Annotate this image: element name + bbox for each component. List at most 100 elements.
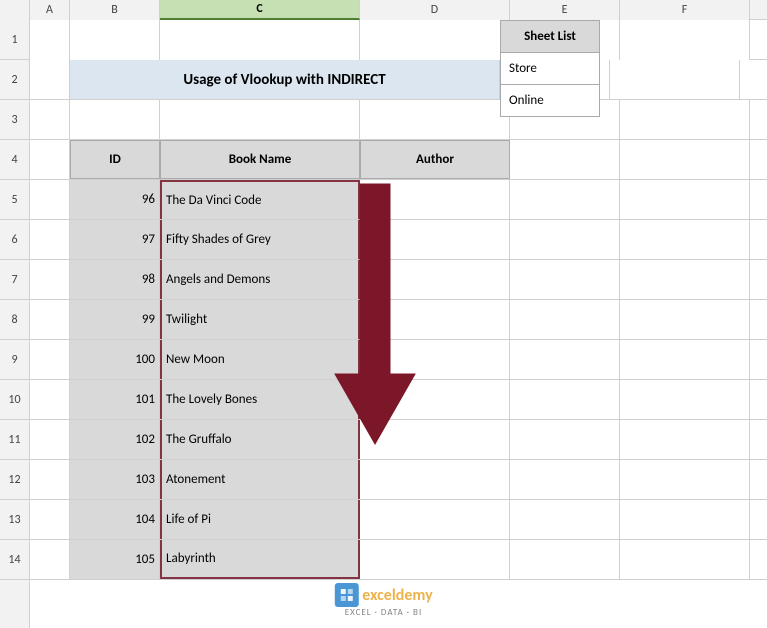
cell-A3[interactable] [30, 100, 70, 139]
cell-D1[interactable] [360, 20, 510, 60]
row-num-2[interactable]: 2 [0, 60, 29, 100]
cell-F14[interactable] [620, 540, 750, 579]
header-author[interactable]: Author [360, 140, 510, 179]
cell-book-5[interactable]: The Da Vinci Code [160, 180, 360, 219]
row-num-5[interactable]: 5 [0, 180, 29, 220]
cell-A5[interactable] [30, 180, 70, 219]
cell-F5[interactable] [620, 180, 750, 219]
cell-A11[interactable] [30, 420, 70, 459]
row-num-14[interactable]: 14 [0, 540, 29, 580]
cell-A6[interactable] [30, 220, 70, 259]
cell-F9[interactable] [620, 340, 750, 379]
cell-E8[interactable] [510, 300, 620, 339]
cell-E10[interactable] [510, 380, 620, 419]
cell-book-6[interactable]: Fifty Shades of Grey [160, 220, 360, 259]
cell-book-10[interactable]: The Lovely Bones [160, 380, 360, 419]
row-num-10[interactable]: 10 [0, 380, 29, 420]
cell-A7[interactable] [30, 260, 70, 299]
sheet-list-store[interactable]: Store [500, 53, 600, 85]
cell-C3[interactable] [160, 100, 360, 139]
cell-author-13[interactable] [360, 500, 510, 539]
cell-A9[interactable] [30, 340, 70, 379]
cell-A13[interactable] [30, 500, 70, 539]
cell-book-11[interactable]: The Gruffalo [160, 420, 360, 459]
cell-F7[interactable] [620, 260, 750, 299]
cell-E5[interactable] [510, 180, 620, 219]
row-num-12[interactable]: 12 [0, 460, 29, 500]
cell-A1[interactable] [30, 20, 70, 60]
sheet-list-online[interactable]: Online [500, 85, 600, 117]
cell-id-7[interactable]: 98 [70, 260, 160, 299]
cell-B1[interactable] [70, 20, 160, 60]
cell-E6[interactable] [510, 220, 620, 259]
cell-id-11[interactable]: 102 [70, 420, 160, 459]
cell-author-14[interactable] [360, 540, 510, 579]
cell-E4[interactable] [510, 140, 620, 179]
row-num-6[interactable]: 6 [0, 220, 29, 260]
cell-F11[interactable] [620, 420, 750, 459]
cell-A8[interactable] [30, 300, 70, 339]
cell-E12[interactable] [510, 460, 620, 499]
cell-C1[interactable] [160, 20, 360, 60]
cell-author-7[interactable] [360, 260, 510, 299]
header-id[interactable]: ID [70, 140, 160, 179]
cell-id-6[interactable]: 97 [70, 220, 160, 259]
row-num-11[interactable]: 11 [0, 420, 29, 460]
cell-author-10[interactable] [360, 380, 510, 419]
cell-E11[interactable] [510, 420, 620, 459]
col-header-D[interactable]: D [360, 0, 510, 20]
row-num-3[interactable]: 3 [0, 100, 29, 140]
col-header-E[interactable]: E [510, 0, 620, 20]
cell-book-7[interactable]: Angels and Demons [160, 260, 360, 299]
row-num-8[interactable]: 8 [0, 300, 29, 340]
cell-title[interactable]: Usage of Vlookup with INDIRECT [70, 60, 500, 99]
cell-book-12[interactable]: Atonement [160, 460, 360, 499]
cell-A12[interactable] [30, 460, 70, 499]
cell-A2[interactable] [30, 60, 70, 99]
row-num-1[interactable]: 1 [0, 20, 29, 60]
col-header-B[interactable]: B [70, 0, 160, 20]
cell-F2[interactable] [610, 60, 740, 99]
cell-F3[interactable] [620, 100, 750, 139]
cell-id-14[interactable]: 105 [70, 540, 160, 579]
cell-id-5[interactable]: 96 [70, 180, 160, 219]
cell-F12[interactable] [620, 460, 750, 499]
cell-book-8[interactable]: Twilight [160, 300, 360, 339]
col-header-F[interactable]: F [620, 0, 750, 20]
col-header-A[interactable]: A [30, 0, 70, 20]
cell-F4[interactable] [620, 140, 750, 179]
cell-F6[interactable] [620, 220, 750, 259]
row-num-7[interactable]: 7 [0, 260, 29, 300]
cell-A4[interactable] [30, 140, 70, 179]
cell-author-6[interactable] [360, 220, 510, 259]
cell-A14[interactable] [30, 540, 70, 579]
cell-id-12[interactable]: 103 [70, 460, 160, 499]
cell-id-10[interactable]: 101 [70, 380, 160, 419]
cell-B3[interactable] [70, 100, 160, 139]
cell-book-9[interactable]: New Moon [160, 340, 360, 379]
cell-author-9[interactable] [360, 340, 510, 379]
cell-E13[interactable] [510, 500, 620, 539]
cell-id-13[interactable]: 104 [70, 500, 160, 539]
cell-F10[interactable] [620, 380, 750, 419]
cell-A10[interactable] [30, 380, 70, 419]
row-num-4[interactable]: 4 [0, 140, 29, 180]
cell-book-13[interactable]: Life of Pi [160, 500, 360, 539]
cell-id-8[interactable]: 99 [70, 300, 160, 339]
cell-author-5[interactable] [360, 180, 510, 219]
cell-book-14[interactable]: Labyrinth [160, 540, 360, 579]
cell-F13[interactable] [620, 500, 750, 539]
cell-author-8[interactable] [360, 300, 510, 339]
row-num-13[interactable]: 13 [0, 500, 29, 540]
header-book-name[interactable]: Book Name [160, 140, 360, 179]
cell-F8[interactable] [620, 300, 750, 339]
cell-id-9[interactable]: 100 [70, 340, 160, 379]
row-num-9[interactable]: 9 [0, 340, 29, 380]
cell-E7[interactable] [510, 260, 620, 299]
col-header-C[interactable]: C [160, 0, 360, 20]
cell-E9[interactable] [510, 340, 620, 379]
cell-F1[interactable] [620, 20, 750, 60]
cell-author-12[interactable] [360, 460, 510, 499]
cell-D3[interactable] [360, 100, 510, 139]
cell-E14[interactable] [510, 540, 620, 579]
